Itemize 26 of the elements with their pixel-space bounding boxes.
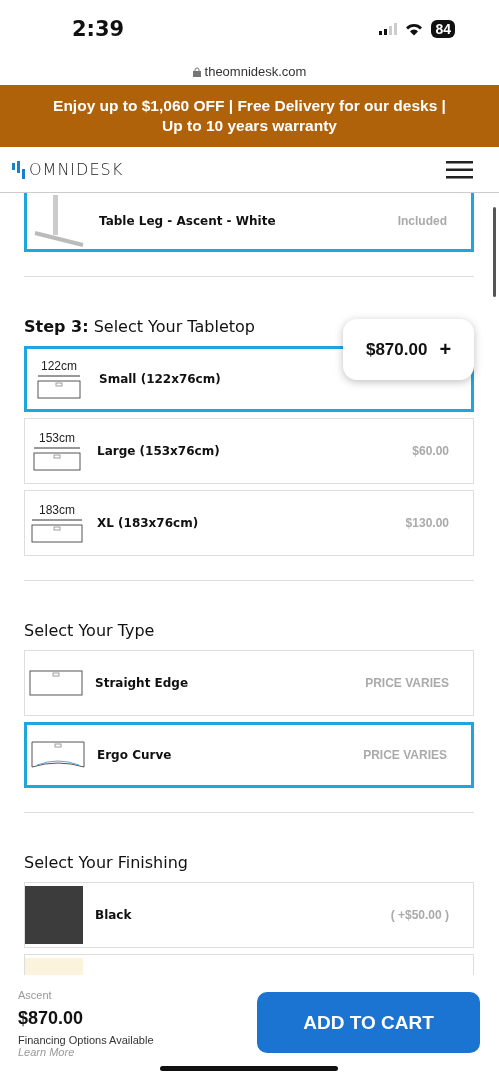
option-label: Small (122x76cm) (99, 372, 222, 386)
option-price: ( +$50.00 ) (390, 908, 449, 922)
total-price: $870.00 (18, 1008, 85, 1029)
option-label: Black (95, 908, 133, 922)
battery-level: 84 (431, 20, 455, 38)
option-label: XL (183x76cm) (97, 516, 200, 530)
option-price: Included (397, 214, 447, 228)
section-heading: Step 3: Select Your Tabletop (24, 317, 256, 336)
financing-text: Financing Options Available (18, 1034, 154, 1046)
clock-time: 2:39 (72, 17, 125, 41)
promo-text: Up to 10 years warranty (162, 116, 337, 136)
product-name: Ascent (18, 989, 53, 1001)
option-label: Ergo Curve (97, 748, 173, 762)
option-label: Large (153x76cm) (97, 444, 221, 458)
option-label: Table Leg - Ascent - White (99, 214, 277, 228)
option-price: $60.00 (412, 444, 449, 458)
option-price: PRICE VARIES (363, 748, 447, 762)
option-price: $130.00 (405, 516, 449, 530)
size-label: 153cm (39, 431, 75, 445)
section-heading: Select Your Finishing (24, 853, 189, 872)
section-heading: Select Your Type (24, 621, 156, 640)
option-label: Straight Edge (95, 676, 190, 690)
size-label: 183cm (39, 503, 75, 517)
size-label: 122cm (41, 359, 77, 373)
promo-text: Enjoy up to $1,060 OFF | Free Delivery for our desks | (53, 96, 446, 116)
option-price: PRICE VARIES (365, 676, 449, 690)
